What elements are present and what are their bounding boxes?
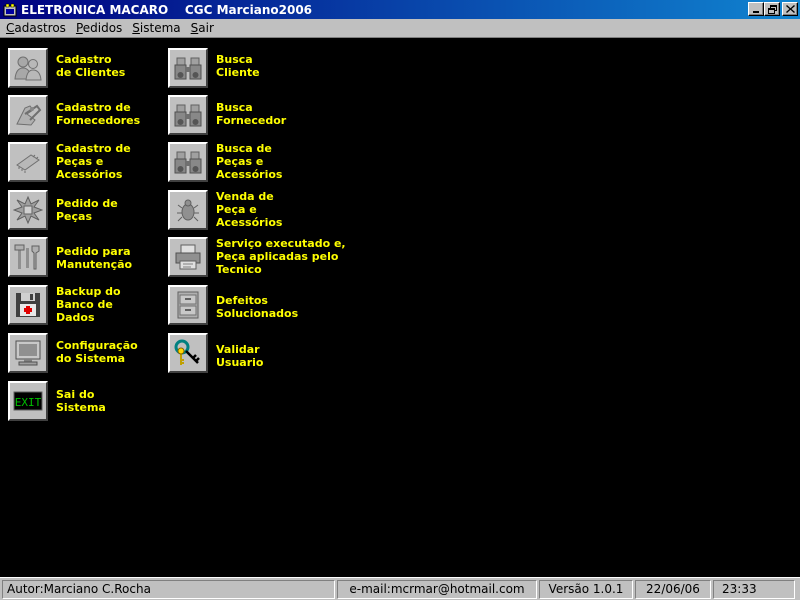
menu-label: adastros — [14, 20, 66, 35]
monitor-icon — [15, 340, 41, 366]
defeitos-button[interactable] — [168, 285, 208, 325]
exit-sign-text: EXIT — [15, 396, 42, 409]
venda-peca-button[interactable] — [168, 190, 208, 230]
app-icon[interactable] — [2, 2, 18, 18]
busca-fornecedor-button[interactable] — [168, 95, 208, 135]
tile-cadastro-fornecedores[interactable]: Cadastro de Fornecedores — [8, 95, 140, 135]
menu-cadastros[interactable]: Cadastros — [0, 20, 71, 37]
menu-label: istema — [139, 20, 181, 35]
tile-label: Busca Fornecedor — [216, 101, 287, 127]
tile-defeitos[interactable]: Defeitos Solucionados — [168, 285, 298, 325]
tools-icon — [14, 244, 40, 270]
tile-validar-usuario[interactable]: Validar Usuario — [168, 333, 264, 373]
handshake-icon — [16, 104, 42, 126]
tile-busca-cliente[interactable]: Busca Cliente — [168, 48, 260, 88]
minimize-icon — [753, 11, 759, 13]
tile-label: Validar Usuario — [216, 343, 264, 369]
cadastro-fornecedores-button[interactable] — [8, 95, 48, 135]
status-version: Versão 1.0.1 — [539, 579, 633, 599]
tile-label: Busca de Peças e Acessórios — [216, 142, 283, 181]
menu-pedidos[interactable]: Pedidos — [71, 20, 127, 37]
menu-sistema[interactable]: Sistema — [127, 20, 185, 37]
close-button[interactable] — [782, 2, 798, 16]
tile-cadastro-clientes[interactable]: Cadastro de Clientes — [8, 48, 125, 88]
tile-pedido-manutencao[interactable]: Pedido para Manutenção — [8, 237, 132, 277]
printer-icon — [175, 244, 201, 270]
people-icon — [14, 56, 42, 81]
tile-busca-fornecedor[interactable]: Busca Fornecedor — [168, 95, 286, 135]
menu-label: air — [198, 20, 214, 35]
sair-button[interactable]: EXIT — [8, 381, 48, 421]
bug-icon — [177, 199, 199, 222]
minimize-button[interactable] — [748, 2, 764, 16]
cabinet-icon — [177, 291, 199, 319]
validar-usuario-button[interactable] — [168, 333, 208, 373]
main-panel: Cadastro de Clientes Cadastro de Fornece… — [0, 38, 800, 576]
restore-button[interactable] — [764, 2, 780, 16]
status-date: 22/06/06 — [635, 579, 711, 599]
keys-icon — [174, 339, 200, 365]
tile-label: Cadastro de Peças e Acessórios — [56, 142, 131, 181]
menu-sair[interactable]: Sair — [186, 20, 219, 37]
cadastro-pecas-button[interactable] — [8, 142, 48, 182]
tile-venda-peca[interactable]: Venda de Peça e Acessórios — [168, 190, 282, 230]
binoculars-icon — [174, 104, 202, 127]
tile-cadastro-pecas[interactable]: Cadastro de Peças e Acessórios — [8, 142, 131, 182]
exit-icon: EXIT — [13, 391, 43, 411]
tile-label: Configuração do Sistema — [56, 339, 138, 365]
close-icon — [785, 5, 795, 13]
status-email: e-mail:mcrmar@hotmail.com — [337, 579, 537, 599]
floppy-icon — [16, 293, 40, 317]
restore-icon — [767, 4, 777, 14]
burst-icon — [13, 195, 43, 225]
tile-label: Sai do Sistema — [56, 388, 106, 414]
tile-label: Busca Cliente — [216, 53, 260, 79]
tile-pedido-pecas[interactable]: Pedido de Peças — [8, 190, 118, 230]
menu-label: edidos — [82, 20, 123, 35]
title-bar[interactable]: ELETRONICA MACARO CGC Marciano2006 — [0, 0, 800, 19]
tile-backup[interactable]: Backup do Banco de Dados — [8, 285, 121, 325]
status-time: 23:33 — [713, 579, 795, 599]
status-bar: Autor:Marciano C.Rocha e-mail:mcrmar@hot… — [0, 577, 800, 600]
tile-sair[interactable]: EXIT Sai do Sistema — [8, 381, 106, 421]
status-author: Autor:Marciano C.Rocha — [2, 579, 335, 599]
binoculars-icon — [174, 57, 202, 80]
tile-servico-executado[interactable]: Serviço executado e, Peça aplicadas pelo… — [168, 237, 346, 277]
pedido-manutencao-button[interactable] — [8, 237, 48, 277]
tile-configuracao[interactable]: Configuração do Sistema — [8, 333, 138, 373]
configuracao-button[interactable] — [8, 333, 48, 373]
tile-label: Serviço executado e, Peça aplicadas pelo… — [216, 237, 346, 276]
window-title: ELETRONICA MACARO CGC Marciano2006 — [21, 2, 313, 17]
pedido-pecas-button[interactable] — [8, 190, 48, 230]
chip-icon — [16, 154, 40, 173]
servico-executado-button[interactable] — [168, 237, 208, 277]
tile-label: Pedido de Peças — [56, 197, 118, 223]
backup-button[interactable] — [8, 285, 48, 325]
tile-label: Backup do Banco de Dados — [56, 285, 121, 324]
tile-label: Cadastro de Fornecedores — [56, 101, 141, 127]
tile-label: Pedido para Manutenção — [56, 245, 133, 271]
tile-label: Defeitos Solucionados — [216, 294, 299, 320]
tile-busca-pecas[interactable]: Busca de Peças e Acessórios — [168, 142, 282, 182]
menu-accelerator: S — [132, 20, 140, 35]
busca-pecas-button[interactable] — [168, 142, 208, 182]
cadastro-clientes-button[interactable] — [8, 48, 48, 88]
binoculars-icon — [174, 151, 202, 174]
menu-accelerator: P — [75, 20, 83, 35]
menu-bar: Cadastros Pedidos Sistema Sair — [0, 19, 800, 38]
tile-label: Cadastro de Clientes — [56, 53, 126, 79]
busca-cliente-button[interactable] — [168, 48, 208, 88]
tile-label: Venda de Peça e Acessórios — [216, 190, 283, 229]
